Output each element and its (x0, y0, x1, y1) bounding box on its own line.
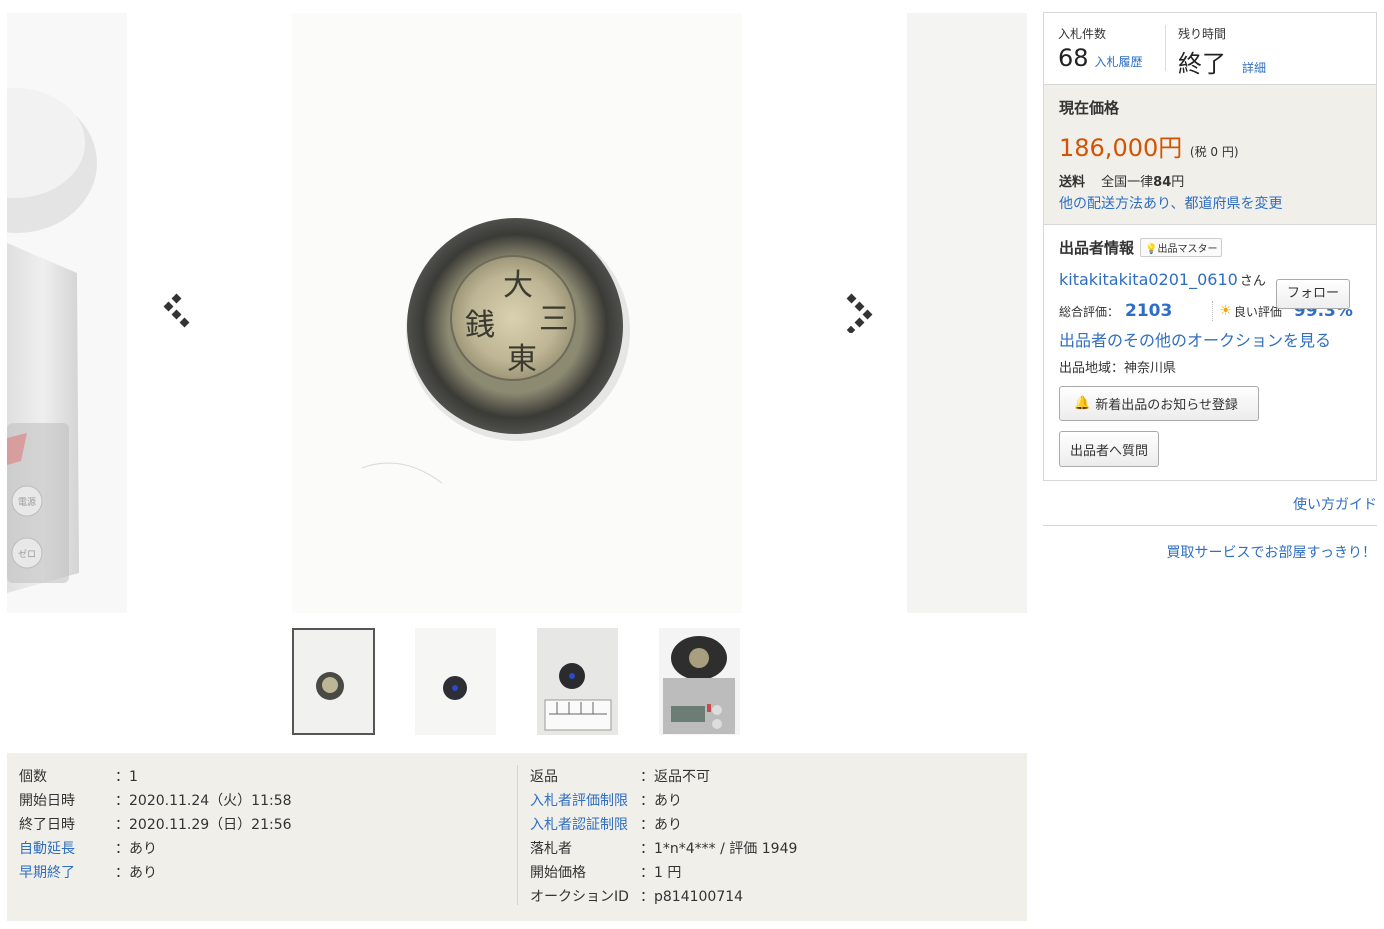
details-left-column: 個数 ：1 開始日時 ：2020.11.24（火）11:58 終了日時 ：202… (19, 765, 292, 885)
seller-master-badge-text: 出品マスター (1157, 244, 1218, 255)
detail-value: ：あり (115, 865, 157, 881)
total-rating-link[interactable]: 2103 (1125, 301, 1172, 321)
detail-value: ：1 円 (640, 865, 682, 881)
thumbnail-1[interactable] (292, 628, 375, 735)
usage-guide-link[interactable]: 使い方ガイド (1293, 494, 1377, 514)
seller-name-suffix: さん (1239, 274, 1266, 289)
ask-seller-button[interactable]: 出品者へ質問 (1059, 431, 1160, 467)
detail-row-auth-limit: 入札者認証制限 ：あり (530, 813, 797, 837)
detail-row-rating-limit: 入札者評価制限 ：あり (530, 789, 797, 813)
detail-label: 終了日時 (19, 817, 75, 833)
bidder-auth-limit-link[interactable]: 入札者認証制限 (530, 813, 640, 837)
bid-count-block: 入札件数 68 入札履歴 (1058, 25, 1143, 72)
detail-value: ：p814100714 (640, 889, 744, 905)
detail-row-start: 開始日時 ：2020.11.24（火）11:58 (19, 789, 292, 813)
detail-value: ：1 (115, 769, 138, 785)
current-price-label: 現在価格 (1059, 99, 1120, 117)
next-arrow-icon[interactable] (840, 293, 880, 335)
detail-label: 開始価格 (530, 865, 586, 881)
detail-row-early-end: 早期終了 ：あり (19, 861, 292, 885)
price-tax: (税 0 円) (1189, 145, 1239, 159)
next-image-preview[interactable] (907, 13, 1027, 613)
shipping-prefix: 全国一律 (1101, 175, 1154, 190)
detail-row-winner: 落札者 ：1*n*4*** / 評価 1949 (530, 837, 797, 861)
time-left-block: 残り時間 終了 詳細 (1165, 25, 1266, 78)
time-left-value: 終了 (1178, 50, 1226, 78)
detail-row-auction-id: オークションID ：p814100714 (530, 885, 797, 909)
time-left-label: 残り時間 (1178, 27, 1227, 41)
bid-count: 68 (1058, 44, 1089, 72)
thumbnail-3[interactable] (537, 628, 618, 735)
auction-details: 個数 ：1 開始日時 ：2020.11.24（火）11:58 終了日時 ：202… (7, 753, 1027, 921)
bidder-rating-limit-link[interactable]: 入札者評価制限 (530, 789, 640, 813)
total-rating-label: 総合評価： (1059, 304, 1120, 319)
current-price-value: 186,000円 (1059, 134, 1183, 162)
seller-master-badge: 💡出品マスター (1140, 238, 1223, 257)
detail-value: ：返品不可 (640, 769, 710, 785)
seller-other-auctions-link[interactable]: 出品者のその他のオークションを見る (1059, 327, 1361, 351)
seller-info-heading: 出品者情報 💡出品マスター (1059, 237, 1361, 258)
shipping-info: 送料 全国一律84円 (1059, 171, 1361, 190)
detail-value: ：2020.11.29（日）21:56 (115, 817, 292, 833)
thumbnail-strip (292, 628, 752, 738)
price-section: 現在価格 186,000円 (税 0 円) 送料 全国一律84円 他の配送方法あ… (1044, 85, 1376, 225)
details-right-column: 返品 ：返品不可 入札者評価制限 ：あり 入札者認証制限 ：あり 落札者 ：1*… (517, 765, 797, 905)
bid-history-link[interactable]: 入札履歴 (1095, 53, 1143, 70)
auction-side-panel: 入札件数 68 入札履歴 残り時間 終了 詳細 現在価格 186,000円 (税… (1043, 12, 1377, 481)
detail-row-end: 終了日時 ：2020.11.29（日）21:56 (19, 813, 292, 837)
seller-region: 出品地域：神奈川県 (1059, 361, 1177, 376)
prev-arrow-icon[interactable] (155, 293, 195, 333)
detail-value: ：あり (640, 793, 682, 809)
coin-char-left: 銭 (465, 308, 495, 343)
new-listing-notify-button[interactable]: 🔔 新着出品のお知らせ登録 (1059, 386, 1259, 421)
seller-name-link[interactable]: kitakitakita0201_0610 (1059, 270, 1238, 289)
thumbnail-2[interactable] (415, 628, 496, 735)
coin-char-right: 三 (539, 302, 569, 337)
detail-label: 開始日時 (19, 793, 75, 809)
detail-label: 落札者 (530, 841, 572, 857)
bid-count-label: 入札件数 (1058, 27, 1107, 41)
new-listing-notify-label: 新着出品のお知らせ登録 (1095, 398, 1238, 413)
detail-row-auto-extend: 自動延長 ：あり (19, 837, 292, 861)
detail-value: ：あり (115, 841, 157, 857)
detail-label: オークションID (530, 889, 629, 905)
detail-row-start-price: 開始価格 ：1 円 (530, 861, 797, 885)
early-end-link[interactable]: 早期終了 (19, 861, 115, 885)
bid-summary: 入札件数 68 入札履歴 残り時間 終了 詳細 (1044, 13, 1376, 85)
sun-icon: ☀ (1219, 303, 1232, 319)
bell-icon: 🔔 (1074, 396, 1091, 411)
follow-button[interactable]: フォロー (1276, 279, 1350, 309)
shipping-suffix: 円 (1171, 175, 1185, 190)
time-detail-link[interactable]: 詳細 (1242, 59, 1266, 76)
detail-value: ：あり (640, 817, 682, 833)
lightbulb-icon: 💡 (1145, 244, 1158, 255)
seller-info-title: 出品者情報 (1059, 239, 1135, 257)
coin-char-bottom: 東 (507, 342, 537, 377)
detail-value: ：1*n*4*** / 評価 1949 (640, 841, 798, 857)
detail-value: ：2020.11.24（火）11:58 (115, 793, 292, 809)
panel-divider (1043, 525, 1377, 526)
good-rating-label: 良い評価 (1233, 304, 1282, 319)
coin-char-top: 大 (503, 268, 533, 303)
shipping-options-link[interactable]: 他の配送方法あり、都道府県を変更 (1059, 193, 1361, 213)
detail-label: 個数 (19, 769, 47, 785)
shipping-label: 送料 (1059, 175, 1086, 190)
detail-label: 返品 (530, 769, 558, 785)
shipping-amount: 84 (1153, 175, 1172, 190)
detail-row-quantity: 個数 ：1 (19, 765, 292, 789)
auto-extend-link[interactable]: 自動延長 (19, 837, 115, 861)
main-product-image[interactable]: 大 三 東 銭 (292, 13, 742, 613)
previous-image-preview[interactable]: 電源 ゼロ (7, 13, 127, 613)
image-gallery: 電源 ゼロ 大 三 東 銭 (7, 13, 1027, 613)
detail-row-returns: 返品 ：返品不可 (530, 765, 797, 789)
buyback-service-link[interactable]: 買取サービスでお部屋すっきり！ (1167, 542, 1376, 562)
thumbnail-4[interactable] (659, 628, 740, 735)
current-price: 186,000円 (税 0 円) (1059, 128, 1361, 163)
seller-section: 出品者情報 💡出品マスター kitakitakita0201_0610 さん フ… (1044, 225, 1376, 480)
